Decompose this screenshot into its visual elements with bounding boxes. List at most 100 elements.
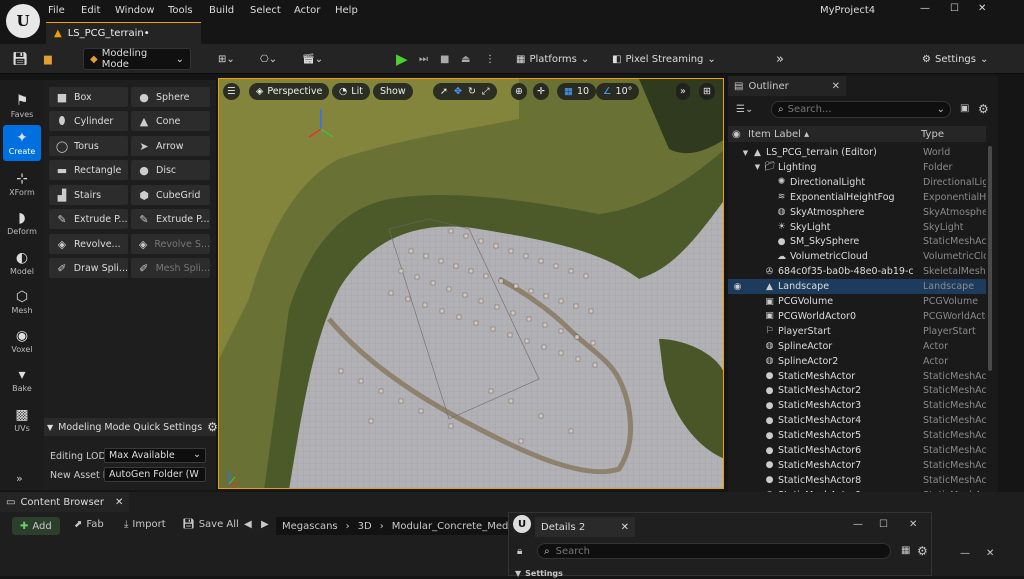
import-button[interactable]: ⤓ Import [124,519,166,530]
menu-file[interactable]: File [48,5,65,16]
settings-section[interactable]: ▼ Settings [511,567,921,579]
outliner-row[interactable]: ☁ VolumetricCloud VolumetricClo [728,249,986,264]
outliner-row[interactable]: ◍ SplineActor Actor [728,339,986,354]
visibility-icon[interactable]: ◉ [732,129,741,140]
expand-arrow-icon[interactable]: ▼ [752,163,763,171]
new-asset-location-select[interactable]: AutoGen Folder (W [104,467,206,482]
close-icon[interactable]: ✕ [978,3,986,14]
mode-faves[interactable]: ⚑ Faves [3,88,41,124]
back-icon[interactable]: ◀ [244,519,252,530]
close-icon[interactable]: ✕ [621,522,629,533]
cinematics-icon[interactable]: 🎬︎⌄ [296,48,329,70]
outliner-row[interactable]: ● StaticMeshActor3 StaticMeshAct [728,398,986,413]
gear-icon[interactable]: ⚙ [207,420,218,434]
expand-icon[interactable]: » [16,472,23,485]
tool-extrude-polygon[interactable]: ✎ Extrude P... [49,209,128,229]
tool-sphere[interactable]: ● Sphere [131,87,210,107]
move-icon[interactable]: ✥ [454,86,462,97]
tool-mesh-spline[interactable]: ✐ Mesh Spli... [131,258,210,278]
outliner-row[interactable]: ▼ 📁︎ Lighting Folder [728,160,986,175]
viewport-more-button[interactable]: » [676,83,690,100]
breadcrumb-item[interactable]: 3D [358,521,372,532]
mode-bake[interactable]: ▾ Bake [3,362,41,398]
outliner-row[interactable]: ● SM_SkySphere StaticMeshActor [728,234,986,249]
forward-icon[interactable]: ▶ [261,519,269,530]
menu-select[interactable]: Select [250,5,281,16]
surface-snap-button[interactable]: ✛ [533,83,549,100]
mode-uvs[interactable]: ▩ UVs [3,402,41,438]
filter-icon[interactable]: ☰⌄ [736,104,753,115]
more-icon[interactable]: ⋮ [479,48,501,70]
scale-icon[interactable]: ⤢ [482,86,490,97]
viewport-layout-button[interactable]: ⊞ [699,83,715,100]
expand-toolbar-icon[interactable]: » [770,48,790,70]
tool-revolve-spline[interactable]: ◈ Revolve S... [131,234,210,254]
minimize-icon[interactable]: — [920,3,930,14]
gear-icon[interactable]: ⚙ [978,102,989,116]
minimize-icon[interactable]: — [853,519,863,530]
save-all-button[interactable]: 💾︎ Save All [182,519,239,530]
outliner-scrollbar[interactable] [988,146,992,371]
viewport-menu-button[interactable]: ☰ [223,83,240,100]
close-icon[interactable]: ✕ [986,548,994,559]
close-icon[interactable]: ✕ [115,497,123,508]
mode-deform[interactable]: ◗ Deform [3,205,41,241]
menu-help[interactable]: Help [335,5,358,16]
step-icon[interactable]: ⏭︎ [413,48,434,70]
world-local-toggle[interactable]: ⊕ [511,83,527,100]
tool-rectangle[interactable]: ▬ Rectangle [49,160,128,180]
outliner-row[interactable]: ● StaticMeshActor8 StaticMeshAct [728,473,986,488]
outliner-row[interactable]: ▼ ▲ LS_PCG_terrain (Editor) World [728,145,986,160]
tool-cubegrid[interactable]: ⬢ CubeGrid [131,185,210,205]
outliner-row[interactable]: ● StaticMeshActor StaticMeshAct [728,369,986,384]
maximize-icon[interactable]: ☐ [879,519,888,530]
mode-mesh[interactable]: ⬡ Mesh [3,284,41,320]
outliner-row[interactable]: ✇ 684c0f35-ba0b-48e0-ab19-c SkeletalMeshA [728,264,986,279]
level-viewport[interactable]: ☰ ◈ Perspective ◔ Lit Show ➚ ✥ ↻ ⤢ ⊕ ✛ ▦… [218,78,724,489]
level-tab[interactable]: ▲ LS_PCG_terrain• [46,22,201,44]
table-view-icon[interactable]: ▦ [901,545,910,556]
show-button[interactable]: Show [373,83,413,100]
add-button[interactable]: ✚ Add [12,517,60,535]
menu-window[interactable]: Window [115,5,154,16]
outliner-row[interactable]: ◍ SkyAtmosphere SkyAtmosphere [728,205,986,220]
outliner-row[interactable]: ● StaticMeshActor5 StaticMeshAct [728,428,986,443]
outliner-tab[interactable]: ▤ Outliner ✕ [728,76,846,96]
lock-icon[interactable]: 🔒︎ [517,546,522,557]
blueprint-icon[interactable]: ⎔⌄ [254,48,283,70]
tool-disc[interactable]: ● Disc [131,160,210,180]
outliner-row[interactable]: ● StaticMeshActor7 StaticMeshAct [728,458,986,473]
tool-extrude-path[interactable]: ✎ Extrude P... [131,209,210,229]
unreal-logo-icon[interactable]: U [6,4,40,38]
outliner-row[interactable]: ◍ SplineActor2 Actor [728,354,986,369]
rotate-icon[interactable]: ↻ [468,86,476,97]
outliner-row[interactable]: ≋ ExponentialHeightFog ExponentialHe [728,190,986,205]
lit-button[interactable]: ◔ Lit [332,83,370,100]
outliner-row[interactable]: ▣ PCGWorldActor0 PCGWorldActo [728,309,986,324]
grid-snap-button[interactable]: ▦ 10 [557,83,597,100]
pixel-streaming-button[interactable]: ◧ Pixel Streaming ⌄ [606,48,722,70]
column-item-label[interactable]: Item Label ▴ [748,129,809,140]
tool-arrow[interactable]: ➤ Arrow [131,136,210,156]
mode-create[interactable]: ✦ Create [3,125,41,161]
tool-draw-spline[interactable]: ✐ Draw Spli... [49,258,128,278]
editing-lod-select[interactable]: Max Available ⌄ [104,448,206,463]
stop-icon[interactable]: ■ [434,48,455,70]
outliner-row[interactable]: ● StaticMeshActor2 StaticMeshAct [728,383,986,398]
tool-box[interactable]: ■ Box [49,87,128,107]
outliner-row[interactable]: ● StaticMeshActor4 StaticMeshAct [728,413,986,428]
maximize-icon[interactable]: ☐ [950,3,959,14]
close-icon[interactable]: ✕ [832,81,840,92]
expand-arrow-icon[interactable]: ▼ [740,149,751,157]
play-icon[interactable]: ▶ [390,48,414,70]
select-icon[interactable]: ➚ [440,86,448,97]
menu-build[interactable]: Build [209,5,234,16]
menu-actor[interactable]: Actor [294,5,320,16]
tool-stairs[interactable]: ▟ Stairs [49,185,128,205]
tool-torus[interactable]: ◯ Torus [49,136,128,156]
outliner-row[interactable]: ● StaticMeshActor6 StaticMeshAct [728,443,986,458]
fab-button[interactable]: ⬈ Fab [74,519,104,530]
save-icon[interactable]: 💾︎ [6,48,35,70]
details-search-input[interactable]: ⌕ Search [537,543,891,559]
outliner-search-input[interactable]: ⌕ Search... ⌄ [771,101,951,118]
